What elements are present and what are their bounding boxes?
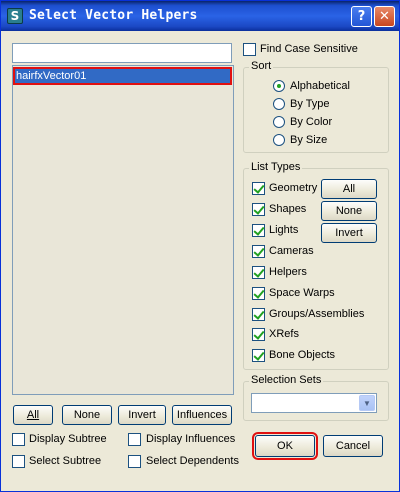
display-subtree-label: Display Subtree xyxy=(29,433,107,445)
list-type-helpers-label: Helpers xyxy=(269,266,307,278)
influences-button[interactable]: Influences xyxy=(172,405,232,425)
display-influences-checkbox[interactable] xyxy=(128,433,141,446)
select-invert-button[interactable]: Invert xyxy=(118,405,166,425)
list-types-group-title: List Types xyxy=(249,161,303,174)
selection-sets-dropdown[interactable]: ▼ xyxy=(251,393,377,413)
list-type-helpers-checkbox[interactable] xyxy=(252,266,265,279)
find-case-sensitive-label: Find Case Sensitive xyxy=(260,43,358,55)
list-types-all-button[interactable]: All xyxy=(321,179,377,199)
sort-by-type-radio[interactable] xyxy=(273,98,285,110)
window-title: Select Vector Helpers xyxy=(29,8,198,23)
sort-group-title: Sort xyxy=(249,60,274,73)
list-type-shapes-label: Shapes xyxy=(269,203,307,215)
sort-by-type-label: By Type xyxy=(290,98,330,110)
list-types-invert-button[interactable]: Invert xyxy=(321,223,377,243)
app-icon: S xyxy=(7,8,23,24)
select-subtree-checkbox[interactable] xyxy=(12,455,25,468)
sort-alphabetical-label: Alphabetical xyxy=(290,80,350,92)
sort-alphabetical-radio[interactable] xyxy=(273,80,285,92)
select-vector-helpers-dialog: S Select Vector Helpers ? ✕ hairfxVector… xyxy=(0,0,400,492)
display-subtree-checkbox[interactable] xyxy=(12,433,25,446)
select-all-label: All xyxy=(26,409,40,421)
list-type-xrefs-label: XRefs xyxy=(269,328,299,340)
list-type-cameras-label: Cameras xyxy=(269,245,314,257)
select-all-button[interactable]: All xyxy=(13,405,53,425)
list-type-xrefs-checkbox[interactable] xyxy=(252,328,265,341)
list-type-lights-label: Lights xyxy=(269,224,299,236)
list-type-bone-objects-checkbox[interactable] xyxy=(252,349,265,362)
select-subtree-label: Select Subtree xyxy=(29,455,102,467)
select-none-button[interactable]: None xyxy=(62,405,112,425)
sort-by-size-radio[interactable] xyxy=(273,134,285,146)
list-type-cameras-checkbox[interactable] xyxy=(252,245,265,258)
sort-by-color-label: By Color xyxy=(290,116,333,128)
list-type-bone-objects-label: Bone Objects xyxy=(269,349,336,361)
object-list[interactable]: hairfxVector01 xyxy=(12,65,234,395)
list-type-groups-checkbox[interactable] xyxy=(252,308,265,321)
sort-by-color-radio[interactable] xyxy=(273,116,285,128)
list-type-space-warps-checkbox[interactable] xyxy=(252,287,265,300)
list-type-lights-checkbox[interactable] xyxy=(252,224,265,237)
select-dependents-label: Select Dependents xyxy=(146,455,239,467)
list-type-shapes-checkbox[interactable] xyxy=(252,203,265,216)
list-item[interactable]: hairfxVector01 xyxy=(13,67,232,85)
list-type-geometry-label: Geometry xyxy=(269,182,318,194)
list-type-geometry-checkbox[interactable] xyxy=(252,182,265,195)
select-dependents-checkbox[interactable] xyxy=(128,455,141,468)
list-type-groups-label: Groups/Assemblies xyxy=(269,308,365,320)
ok-button[interactable]: OK xyxy=(252,432,318,460)
cancel-button[interactable]: Cancel xyxy=(323,435,383,457)
close-button[interactable]: ✕ xyxy=(374,6,395,27)
help-button[interactable]: ? xyxy=(351,6,372,27)
title-bar[interactable]: S Select Vector Helpers ? ✕ xyxy=(1,1,399,31)
display-influences-label: Display Influences xyxy=(146,433,236,445)
sort-by-size-label: By Size xyxy=(290,134,328,146)
list-types-none-button[interactable]: None xyxy=(321,201,377,221)
list-type-space-warps-label: Space Warps xyxy=(269,287,335,299)
filter-input[interactable] xyxy=(12,43,232,63)
selection-sets-group-title: Selection Sets xyxy=(249,374,324,387)
chevron-down-icon[interactable]: ▼ xyxy=(359,395,375,411)
find-case-sensitive-checkbox[interactable] xyxy=(243,43,256,56)
